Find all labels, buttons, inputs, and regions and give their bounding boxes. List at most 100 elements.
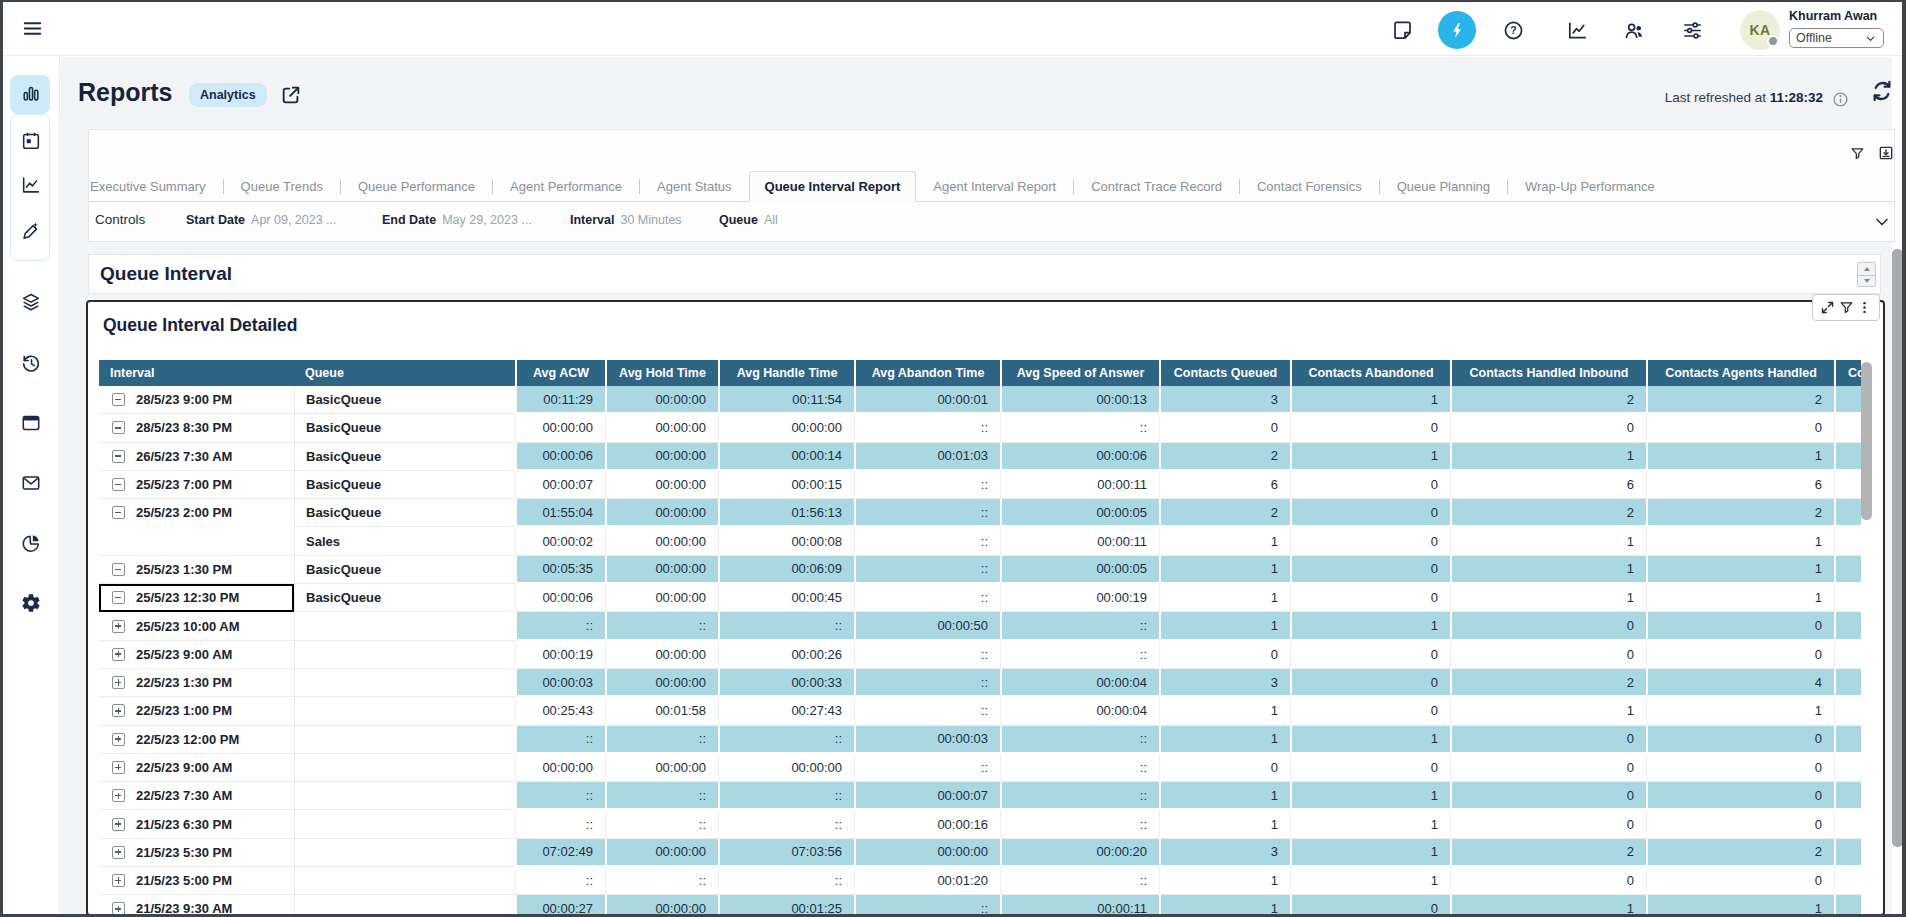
interval-cell[interactable]: 26/5/23 7:30 AM bbox=[99, 443, 294, 471]
help-icon[interactable]: ? bbox=[1502, 19, 1525, 42]
collapse-row-icon[interactable] bbox=[112, 563, 125, 576]
expand-icon[interactable] bbox=[1820, 300, 1835, 315]
mail-icon[interactable] bbox=[20, 472, 42, 494]
interval-cell[interactable]: 21/5/23 6:30 PM bbox=[99, 810, 294, 838]
collapse-row-icon[interactable] bbox=[112, 506, 125, 519]
expand-row-icon[interactable] bbox=[112, 704, 125, 717]
line-chart-icon[interactable] bbox=[1566, 19, 1589, 42]
gear-icon[interactable] bbox=[20, 592, 42, 614]
interval-cell[interactable]: 21/5/23 5:30 PM bbox=[99, 839, 294, 867]
column-header-avg-speed-of-answer[interactable]: Avg Speed of Answer bbox=[1000, 360, 1159, 386]
interval-cell[interactable]: 25/5/23 10:00 AM bbox=[99, 612, 294, 640]
expand-row-icon[interactable] bbox=[112, 789, 125, 802]
panel-filter-icon[interactable] bbox=[1839, 300, 1854, 315]
tab-contract-trace-record[interactable]: Contract Trace Record bbox=[1074, 171, 1239, 202]
expand-row-icon[interactable] bbox=[112, 818, 125, 831]
expand-row-icon[interactable] bbox=[112, 620, 125, 633]
filter-queue[interactable]: QueueAll bbox=[719, 213, 778, 227]
column-header-queue[interactable]: Queue bbox=[294, 360, 515, 386]
table-scrollbar-thumb[interactable] bbox=[1861, 362, 1872, 520]
interval-cell[interactable]: 25/5/23 2:00 PM bbox=[99, 499, 294, 527]
collapse-row-icon[interactable] bbox=[112, 478, 125, 491]
note-icon[interactable] bbox=[1391, 19, 1414, 42]
table-row: 25/5/23 1:30 PMBasicQueue00:05:3500:00:0… bbox=[99, 556, 1861, 584]
tab-wrap-up-performance[interactable]: Wrap-Up Performance bbox=[1508, 171, 1672, 202]
tab-agent-interval-report[interactable]: Agent Interval Report bbox=[916, 171, 1073, 202]
interval-cell[interactable]: 21/5/23 9:30 AM bbox=[99, 895, 294, 914]
interval-cell[interactable]: 22/5/23 1:30 PM bbox=[99, 669, 294, 697]
column-header-avg-abandon-time[interactable]: Avg Abandon Time bbox=[854, 360, 1000, 386]
interval-cell[interactable] bbox=[99, 527, 294, 555]
trend-icon[interactable] bbox=[20, 174, 42, 196]
window-icon[interactable] bbox=[20, 412, 42, 434]
tab-queue-trends[interactable]: Queue Trends bbox=[224, 171, 340, 202]
column-header-interval[interactable]: Interval bbox=[99, 360, 294, 386]
brush-icon[interactable] bbox=[20, 220, 42, 242]
calendar-icon[interactable] bbox=[20, 130, 42, 152]
scroll-spinner[interactable] bbox=[1857, 262, 1876, 287]
tab-agent-performance[interactable]: Agent Performance bbox=[493, 171, 639, 202]
filter-start-date[interactable]: Start DateApr 09, 2023 ... bbox=[186, 213, 337, 227]
controls-collapse-chevron[interactable] bbox=[1872, 212, 1892, 232]
expand-row-icon[interactable] bbox=[112, 846, 125, 859]
interval-cell[interactable]: 21/5/23 5:00 PM bbox=[99, 867, 294, 895]
expand-row-icon[interactable] bbox=[112, 676, 125, 689]
tab-queue-interval-report[interactable]: Queue Interval Report bbox=[749, 171, 917, 202]
tab-executive-summary[interactable]: Executive Summary bbox=[73, 171, 223, 202]
bar-chart-icon[interactable] bbox=[20, 82, 42, 104]
filter-interval[interactable]: Interval30 Minutes bbox=[570, 213, 682, 227]
external-link-icon[interactable] bbox=[280, 84, 302, 106]
expand-row-icon[interactable] bbox=[112, 761, 125, 774]
info-icon[interactable] bbox=[1832, 91, 1849, 108]
interval-cell[interactable]: 28/5/23 8:30 PM bbox=[99, 414, 294, 442]
interval-cell[interactable]: 22/5/23 9:00 AM bbox=[99, 754, 294, 782]
column-header-avg-acw[interactable]: Avg ACW bbox=[515, 360, 605, 386]
pie-icon[interactable] bbox=[20, 532, 42, 554]
hamburger-menu-icon[interactable] bbox=[21, 17, 44, 40]
spinner-down-icon[interactable] bbox=[1858, 275, 1875, 287]
column-header-avg-handle-time[interactable]: Avg Handle Time bbox=[718, 360, 854, 386]
spinner-up-icon[interactable] bbox=[1858, 263, 1875, 275]
column-header-contacts-abandoned[interactable]: Contacts Abandoned bbox=[1290, 360, 1450, 386]
column-header-contacts-agents-handled[interactable]: Contacts Agents Handled bbox=[1646, 360, 1834, 386]
expand-row-icon[interactable] bbox=[112, 902, 125, 914]
collapse-row-icon[interactable] bbox=[112, 450, 125, 463]
column-header-avg-hold-time[interactable]: Avg Hold Time bbox=[605, 360, 718, 386]
expand-row-icon[interactable] bbox=[112, 648, 125, 661]
layers-icon[interactable] bbox=[20, 291, 42, 313]
interval-cell[interactable]: 28/5/23 9:00 PM bbox=[99, 386, 294, 414]
refresh-icon[interactable] bbox=[1869, 78, 1895, 104]
collapse-row-icon[interactable] bbox=[112, 393, 125, 406]
tab-contact-forensics[interactable]: Contact Forensics bbox=[1240, 171, 1379, 202]
collapse-row-icon[interactable] bbox=[112, 421, 125, 434]
interval-cell[interactable]: 22/5/23 7:30 AM bbox=[99, 782, 294, 810]
column-header-contacts-handled-inbound[interactable]: Contacts Handled Inbound bbox=[1450, 360, 1646, 386]
flash-insights-icon[interactable] bbox=[1438, 11, 1476, 49]
value-cell: :: bbox=[1000, 612, 1159, 640]
people-icon[interactable] bbox=[1623, 19, 1646, 42]
sliders-icon[interactable] bbox=[1681, 19, 1704, 42]
collapse-row-icon[interactable] bbox=[112, 591, 125, 604]
page-scrollbar-thumb[interactable] bbox=[1892, 249, 1903, 847]
report-tabs-card: Executive SummaryQueue TrendsQueue Perfo… bbox=[88, 129, 1895, 242]
status-select[interactable]: Offline bbox=[1789, 28, 1884, 48]
interval-cell[interactable]: 25/5/23 1:30 PM bbox=[99, 556, 294, 584]
tab-agent-status[interactable]: Agent Status bbox=[640, 171, 748, 202]
interval-cell[interactable]: 22/5/23 12:00 PM bbox=[99, 726, 294, 754]
table-scrollbar[interactable] bbox=[1861, 360, 1873, 914]
interval-cell[interactable]: 25/5/23 12:30 PM bbox=[99, 584, 294, 612]
tab-queue-performance[interactable]: Queue Performance bbox=[341, 171, 492, 202]
expand-row-icon[interactable] bbox=[112, 733, 125, 746]
page-scrollbar[interactable] bbox=[1892, 57, 1905, 917]
column-header-co[interactable]: Co bbox=[1834, 360, 1861, 386]
interval-cell[interactable]: 25/5/23 7:00 PM bbox=[99, 471, 294, 499]
history-icon[interactable] bbox=[20, 352, 42, 374]
interval-cell[interactable]: 25/5/23 9:00 AM bbox=[99, 641, 294, 669]
filter-end-date[interactable]: End DateMay 29, 2023 ... bbox=[382, 213, 532, 227]
interval-cell[interactable]: 22/5/23 1:00 PM bbox=[99, 697, 294, 725]
tab-queue-planning[interactable]: Queue Planning bbox=[1380, 171, 1507, 202]
expand-row-icon[interactable] bbox=[112, 874, 125, 887]
column-header-contacts-queued[interactable]: Contacts Queued bbox=[1159, 360, 1290, 386]
kebab-menu-icon[interactable] bbox=[1857, 300, 1872, 315]
filter-icon[interactable] bbox=[1850, 146, 1865, 161]
